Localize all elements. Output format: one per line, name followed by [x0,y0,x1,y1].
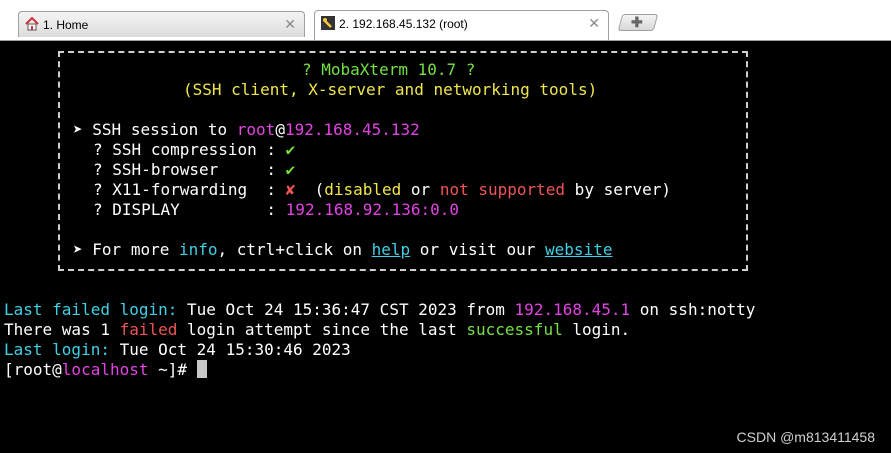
new-tab-button[interactable]: ✚ [617,14,659,31]
tab-home-label: 1. Home [43,18,89,32]
compression-line: ? SSH compression : ✔ [93,140,296,159]
shell-prompt[interactable]: [root@localhost ~]# [4,360,207,380]
help-link[interactable]: help [372,240,411,259]
banner-subtitle: (SSH client, X-server and networking too… [183,80,598,99]
tab-ssh-session[interactable]: 2. 192.168.45.132 (root) ✕ [314,10,609,40]
plus-icon: ✚ [631,14,643,30]
close-icon[interactable]: ✕ [284,16,296,33]
last-failed-login-line: Last failed login: Tue Oct 24 15:36:47 C… [4,300,756,319]
more-info-line: ➤ For more info, ctrl+click on help or v… [73,240,613,259]
tab-home[interactable]: 1. Home ✕ [18,11,305,37]
terminal-area[interactable]: ? MobaXterm 10.7 ? (SSH client, X-server… [0,41,891,453]
website-link[interactable]: website [545,240,612,259]
tab-bar: 1. Home ✕ 2. 192.168.45.132 (root) ✕ ✚ [0,0,891,41]
close-icon[interactable]: ✕ [588,15,600,32]
text-cursor [196,360,207,378]
watermark: CSDN @m813411458 [736,429,875,445]
display-line: ? DISPLAY : 192.168.92.136:0.0 [93,200,460,219]
browser-line: ? SSH-browser : ✔ [93,160,296,179]
terminal-icon [321,16,335,30]
tab-ssh-session-label: 2. 192.168.45.132 (root) [339,17,468,31]
session-line: ➤ SSH session to root@192.168.45.132 [73,120,420,139]
x11-line: ? X11-forwarding : ✘ (disabled or not su… [93,180,672,199]
last-login-line: Last login: Tue Oct 24 15:30:46 2023 [4,340,351,359]
failed-attempt-line: There was 1 failed login attempt since t… [4,320,631,339]
home-icon [25,16,39,31]
banner-title: ? MobaXterm 10.7 ? [302,60,476,79]
